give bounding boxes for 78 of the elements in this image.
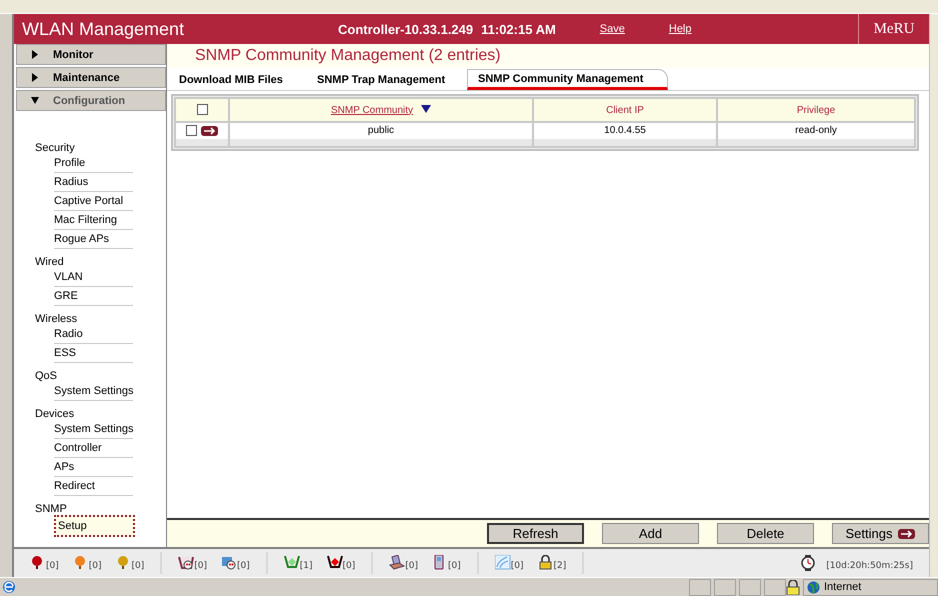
menu-group-label: QoS: [35, 369, 58, 382]
menu-item[interactable]: VLAN: [54, 268, 133, 287]
status-count: [0]: [132, 561, 144, 571]
sort-down-icon[interactable]: [421, 104, 432, 112]
skull-icon: [221, 555, 237, 571]
menu-group-label: Devices: [35, 407, 76, 420]
header-link[interactable]: Help: [668, 23, 692, 35]
menu-item[interactable]: System Settings: [54, 382, 133, 401]
menu-item[interactable]: Profile: [54, 154, 133, 173]
menu-item[interactable]: Controller: [54, 439, 133, 458]
menu-item[interactable]: Captive Portal: [54, 192, 133, 211]
laptop-icon: [389, 555, 406, 571]
menu-item[interactable]: GRE: [54, 287, 133, 306]
menu-group-label: Wireless: [35, 312, 78, 325]
menu-group-label: Wired: [35, 255, 65, 268]
page-title: SNMP Community Management (2 entries): [167, 44, 929, 68]
menu-group-label: SNMP: [35, 502, 68, 515]
menu-item[interactable]: Radius: [54, 173, 133, 192]
watch-icon: [800, 555, 816, 571]
tab[interactable]: SNMP Trap Management: [302, 69, 467, 90]
action-button[interactable]: Add: [602, 523, 699, 544]
status-count: [1]: [300, 561, 312, 571]
header-link[interactable]: Save: [600, 23, 625, 35]
status-count: [0]: [405, 561, 418, 571]
status-pane: [739, 578, 761, 596]
menu-item[interactable]: Radio: [54, 325, 133, 344]
status-count: [0]: [194, 561, 207, 571]
arrow-icon[interactable]: [201, 126, 218, 136]
status-count: [0]: [237, 561, 250, 571]
table-cell: 10.0.4.55: [604, 125, 646, 136]
status-count: [0]: [46, 561, 59, 571]
menu-item[interactable]: ESS: [54, 344, 133, 363]
zone-label: Internet: [824, 581, 862, 593]
expand-arrow-icon: [31, 73, 39, 82]
nav-section-button[interactable]: Monitor: [16, 44, 166, 65]
table-cell: public: [368, 125, 394, 136]
column-header: Privilege: [796, 104, 836, 116]
status-count: [0]: [510, 561, 524, 571]
skull-icon: [178, 555, 194, 571]
menu-item[interactable]: System Settings: [54, 420, 133, 439]
status-pane: [689, 578, 711, 596]
status-count: [0]: [88, 561, 102, 571]
controller-name: Controller-10.33.1.249: [338, 22, 474, 36]
menu-group-label: Security: [35, 141, 76, 154]
access-point-icon: [284, 555, 300, 571]
nav-section-button[interactable]: Maintenance: [16, 67, 166, 88]
menu-item[interactable]: Redirect: [54, 477, 133, 496]
column-header: Client IP: [606, 104, 644, 116]
expand-arrow-icon: [31, 50, 39, 59]
table-cell: read-only: [795, 125, 837, 136]
tab[interactable]: Download MIB Files: [167, 69, 302, 90]
status-pane: [764, 578, 786, 596]
action-button[interactable]: Delete: [717, 523, 814, 544]
menu-item[interactable]: Mac Filtering: [54, 211, 133, 230]
lock-icon: [538, 555, 554, 571]
status-pane: [714, 578, 736, 596]
nav-section-button[interactable]: Configuration: [16, 90, 166, 111]
menu-item[interactable]: Rogue APs: [54, 230, 133, 249]
column-header-link[interactable]: SNMP Community: [330, 104, 414, 116]
menu-item[interactable]: APs: [54, 458, 133, 477]
action-button[interactable]: Refresh: [487, 523, 584, 544]
lock-icon: [786, 580, 800, 594]
action-button[interactable]: Settings: [832, 523, 929, 544]
status-count: [0]: [448, 561, 461, 571]
status-count: [0]: [342, 561, 356, 571]
access-point-icon: [326, 555, 342, 571]
checkbox[interactable]: [196, 104, 208, 116]
status-count: [2]: [554, 561, 566, 571]
clock-time: 11:02:15 AM: [481, 22, 556, 36]
app-title: WLAN Management: [21, 18, 186, 40]
tab[interactable]: SNMP Community Management: [467, 69, 668, 90]
status-count: [10d:20h:50m:25s]: [826, 561, 913, 571]
collapse-arrow-icon: [31, 96, 39, 105]
checkbox[interactable]: [186, 125, 197, 136]
globe-icon: [807, 580, 820, 594]
menu-item[interactable]: Setup: [54, 515, 135, 537]
signal-tile-icon: [494, 555, 511, 571]
arrow-icon: [898, 528, 916, 538]
